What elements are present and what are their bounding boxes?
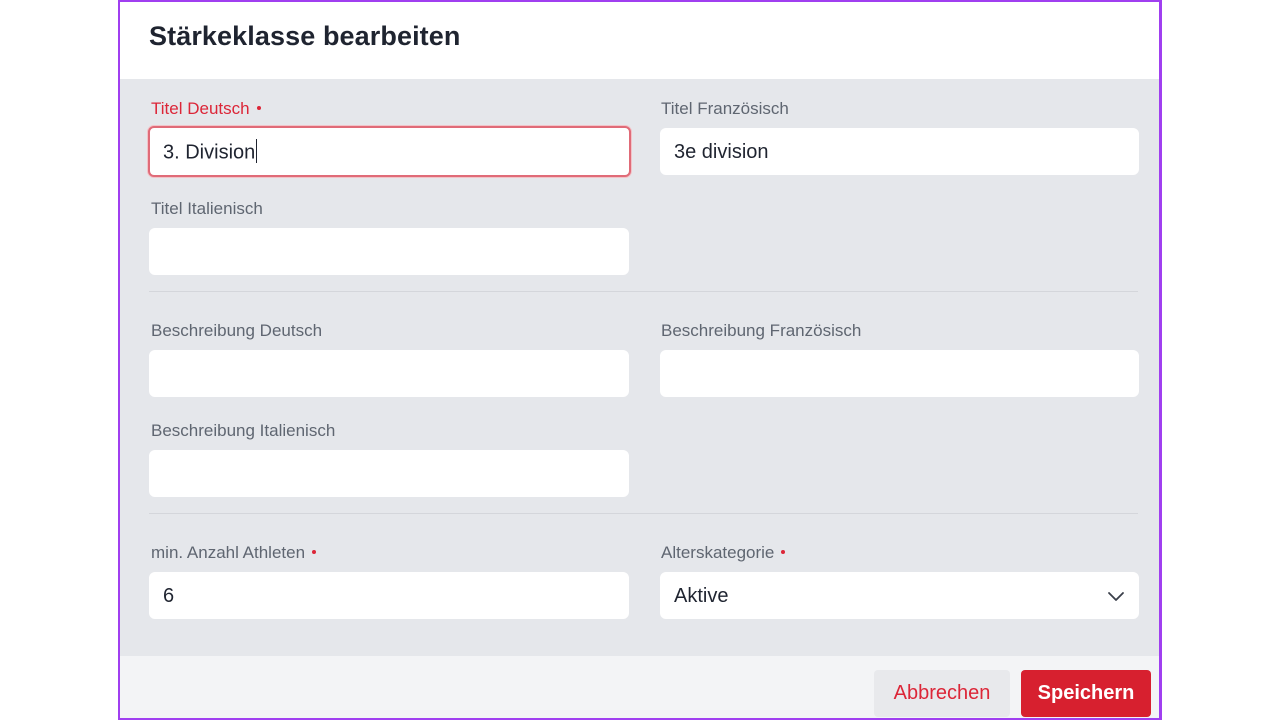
beschreibung-italienisch-input[interactable] — [149, 450, 629, 497]
titel-italienisch-input[interactable] — [149, 228, 629, 275]
min-anzahl-athleten-value: 6 — [163, 585, 175, 607]
min-anzahl-athleten-label: min. Anzahl Athleten — [151, 543, 317, 563]
beschreibung-italienisch-label: Beschreibung Italienisch — [151, 421, 336, 440]
beschreibung-deutsch-input[interactable] — [149, 350, 629, 397]
alterskategorie-select[interactable]: Aktive — [660, 572, 1139, 619]
alterskategorie-label-text: Alterskategorie — [661, 543, 775, 562]
required-dot-icon — [312, 549, 317, 554]
alterskategorie-label: Alterskategorie — [661, 543, 786, 563]
min-anzahl-athleten-input[interactable]: 6 — [149, 572, 629, 619]
dialog-header: Stärkeklasse bearbeiten — [120, 2, 1159, 79]
text-caret — [256, 139, 258, 163]
section-divider — [149, 513, 1138, 514]
cancel-button[interactable]: Abbrechen — [874, 670, 1010, 717]
titel-deutsch-label: Titel Deutsch — [151, 99, 261, 119]
min-anzahl-athleten-label-text: min. Anzahl Athleten — [151, 543, 306, 562]
titel-italienisch-label: Titel Italienisch — [151, 199, 263, 218]
beschreibung-deutsch-label: Beschreibung Deutsch — [151, 321, 323, 340]
beschreibung-franzoesisch-label: Beschreibung Französisch — [661, 321, 862, 340]
titel-franzoesisch-value: 3e division — [674, 141, 769, 163]
titel-franzoesisch-input[interactable]: 3e division — [660, 128, 1139, 175]
titel-deutsch-input[interactable]: 3. Division — [148, 126, 631, 177]
dialog-title: Stärkeklasse bearbeiten — [149, 21, 461, 51]
dialog-footer: Abbrechen Speichern — [120, 656, 1159, 718]
save-button[interactable]: Speichern — [1021, 670, 1151, 717]
chevron-down-icon — [1108, 592, 1124, 601]
required-dot-icon — [781, 549, 786, 554]
edit-dialog: Stärkeklasse bearbeiten Titel Deutsch 3.… — [118, 0, 1162, 720]
titel-deutsch-value: 3. Division — [163, 141, 256, 164]
section-divider — [149, 291, 1138, 292]
titel-deutsch-label-text: Titel Deutsch — [151, 99, 250, 118]
required-dot-icon — [256, 105, 261, 110]
titel-franzoesisch-label: Titel Französisch — [661, 99, 789, 118]
beschreibung-franzoesisch-input[interactable] — [660, 350, 1139, 397]
dialog-body: Titel Deutsch 3. Division Titel Französi… — [120, 79, 1159, 656]
alterskategorie-value: Aktive — [674, 585, 729, 607]
